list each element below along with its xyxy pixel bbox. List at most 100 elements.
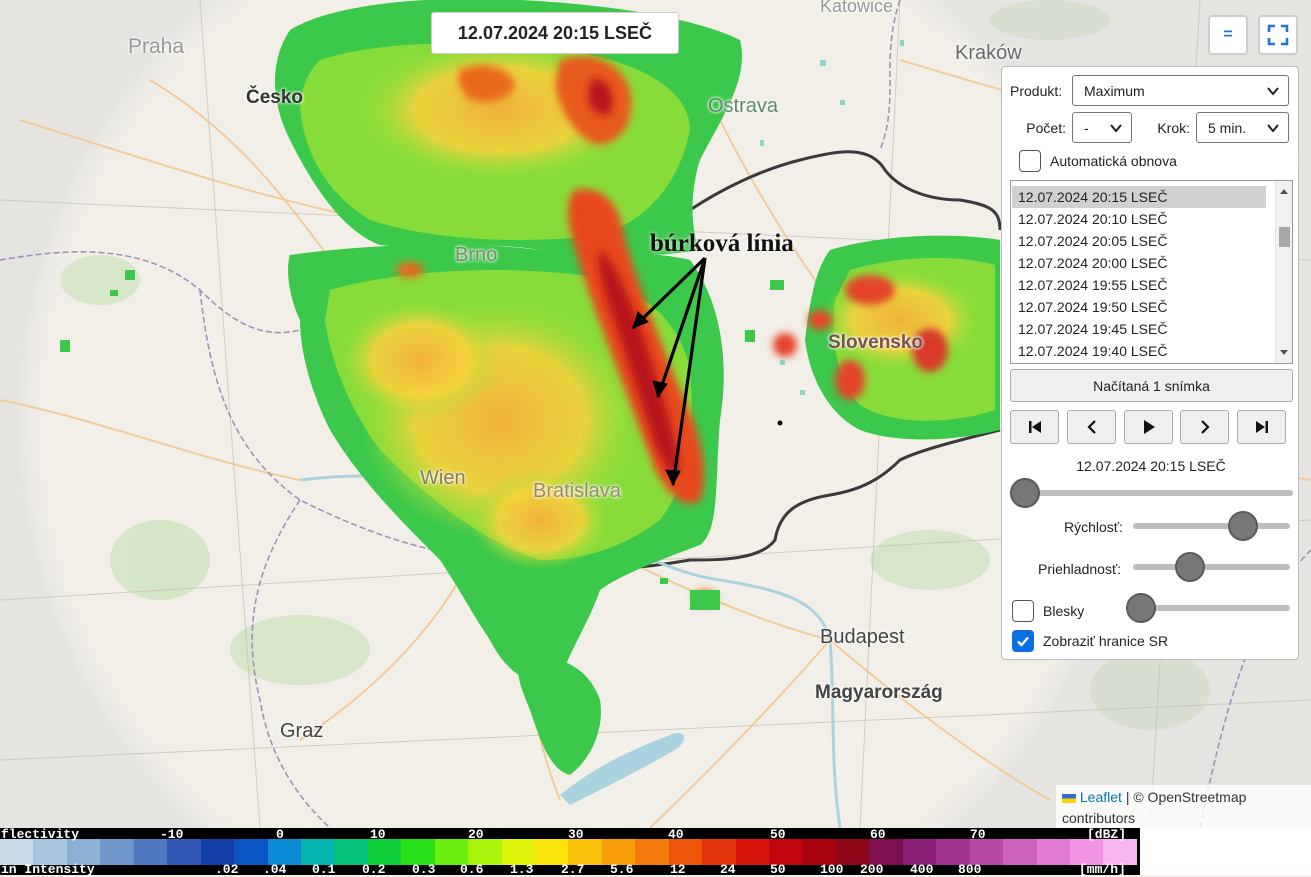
list-scrollbar[interactable]: [1275, 181, 1292, 363]
previous-frame-button[interactable]: [1067, 410, 1116, 444]
reflectivity-tick: 40: [668, 827, 684, 842]
first-frame-button[interactable]: [1010, 410, 1059, 444]
time-slider-track[interactable]: [1010, 490, 1293, 496]
chevron-left-icon: [1086, 420, 1096, 434]
speed-label: Rýchlosť:: [1064, 519, 1123, 535]
intensity-tick: 400: [910, 862, 934, 877]
intensity-tick: 2.7: [561, 862, 585, 877]
intensity-tick: 0.3: [412, 862, 436, 877]
legend-swatch: [1003, 839, 1037, 865]
borders-label: Zobraziť hranice SR: [1043, 633, 1169, 649]
legend-swatch: [1036, 839, 1070, 865]
product-value: Maximum: [1084, 82, 1145, 99]
product-label: Produkt:: [1010, 82, 1063, 99]
checkmark-icon: [1017, 636, 1029, 647]
scroll-down-icon[interactable]: [1280, 350, 1288, 355]
leaflet-link[interactable]: Leaflet: [1080, 789, 1122, 805]
count-select[interactable]: -: [1072, 112, 1132, 143]
place-ostrava: Ostrava: [708, 95, 779, 117]
list-item[interactable]: 12.07.2024 20:05 LSEČ: [1012, 230, 1266, 252]
radar-map[interactable]: Katowice Praha Kraków Česko Ostrava Brno…: [0, 0, 1311, 828]
lightning-slider-thumb[interactable]: [1125, 593, 1156, 623]
time-slider-thumb[interactable]: [1010, 478, 1040, 508]
legend-swatch: [133, 839, 168, 865]
menu-icon: =: [1223, 26, 1233, 43]
ukraine-flag-icon: [1062, 793, 1076, 803]
reflectivity-tick: -10: [160, 827, 184, 842]
step-select[interactable]: 5 min.: [1196, 112, 1289, 143]
reflectivity-tick: 0: [276, 827, 284, 842]
reflectivity-tick: 70: [970, 827, 986, 842]
lightning-checkbox[interactable]: [1012, 600, 1034, 622]
lightning-label: Blesky: [1043, 603, 1085, 619]
menu-toggle-button[interactable]: =: [1208, 15, 1248, 55]
intensity-tick: 0.2: [362, 862, 386, 877]
legend-swatch: [100, 839, 134, 865]
list-item[interactable]: 12.07.2024 20:00 LSEČ: [1012, 252, 1266, 274]
fullscreen-icon: [1267, 24, 1289, 46]
skip-start-icon: [1028, 421, 1041, 433]
loaded-frames-button[interactable]: Načítaná 1 snímka: [1010, 369, 1293, 402]
skip-end-icon: [1255, 421, 1268, 433]
storm-line-annotation: búrková línia: [650, 230, 794, 257]
intensity-label: in Intensity: [1, 862, 95, 877]
speed-slider-track[interactable]: [1133, 523, 1290, 529]
opacity-slider-thumb[interactable]: [1174, 552, 1205, 582]
intensity-tick: 12: [670, 862, 686, 877]
reflectivity-tick: 10: [370, 827, 386, 842]
place-graz: Graz: [280, 720, 324, 742]
list-item[interactable]: 12.07.2024 20:15 LSEČ: [1012, 186, 1266, 208]
place-cesko: Česko: [246, 87, 304, 108]
intensity-unit: [mm/h]: [1079, 862, 1126, 877]
place-bratislava: Bratislava: [533, 480, 621, 502]
chevron-down-icon: [1267, 86, 1279, 96]
list-item[interactable]: 12.07.2024 19:40 LSEČ: [1012, 340, 1266, 362]
place-slovensko: Slovensko: [828, 332, 924, 353]
reflectivity-tick: 30: [568, 827, 584, 842]
opacity-label: Priehladnosť:: [1038, 561, 1122, 577]
lightning-slider-track[interactable]: [1133, 605, 1290, 611]
list-item[interactable]: 12.07.2024 19:55 LSEČ: [1012, 274, 1266, 296]
auto-refresh-label: Automatická obnova: [1050, 153, 1177, 169]
product-select[interactable]: Maximum: [1072, 75, 1289, 106]
count-label: Počet:: [1026, 119, 1066, 136]
step-label: Krok:: [1157, 119, 1190, 136]
chevron-down-icon: [1267, 123, 1279, 133]
intensity-tick: 24: [720, 862, 736, 877]
reflectivity-tick: 50: [770, 827, 786, 842]
auto-refresh-checkbox[interactable]: [1019, 150, 1041, 172]
map-timestamp: 12.07.2024 20:15 LSEČ: [431, 12, 679, 54]
scroll-thumb[interactable]: [1279, 227, 1290, 247]
reflectivity-tick: 60: [870, 827, 886, 842]
place-magyarorszag: Magyarország: [815, 682, 943, 703]
reflectivity-label: flectivity: [1, 827, 80, 842]
legend-swatch: [635, 839, 669, 865]
last-frame-button[interactable]: [1237, 410, 1286, 444]
list-item[interactable]: 12.07.2024 20:10 LSEČ: [1012, 208, 1266, 230]
reflectivity-unit: [dBZ]: [1087, 827, 1127, 842]
opacity-slider-track[interactable]: [1133, 564, 1290, 570]
current-time: 12.07.2024 20:15 LSEČ: [1076, 458, 1226, 474]
list-item[interactable]: 12.07.2024 19:50 LSEČ: [1012, 296, 1266, 318]
place-wien: Wien: [420, 467, 466, 489]
next-frame-button[interactable]: [1180, 410, 1229, 444]
play-button[interactable]: [1124, 410, 1173, 444]
control-panel: Produkt: Maximum Počet: - Krok: 5 min. A…: [1001, 66, 1299, 660]
intensity-tick: 200: [860, 862, 884, 877]
intensity-tick: 0.6: [460, 862, 484, 877]
reflectivity-tick: 20: [468, 827, 484, 842]
scroll-up-icon[interactable]: [1280, 189, 1288, 194]
borders-checkbox[interactable]: [1012, 630, 1034, 652]
map-attribution: Leaflet | © OpenStreetmap contributors: [1056, 785, 1311, 828]
frame-list[interactable]: 12.07.2024 20:15 LSEČ 12.07.2024 20:10 L…: [1010, 180, 1293, 364]
intensity-tick: 50: [770, 862, 786, 877]
intensity-tick: 800: [958, 862, 982, 877]
place-budapest: Budapest: [820, 626, 905, 648]
place-katowice: Katowice: [820, 0, 894, 16]
intensity-tick: 100: [820, 862, 844, 877]
speed-slider-thumb[interactable]: [1227, 511, 1258, 541]
place-praha: Praha: [128, 35, 185, 58]
legend-swatch: [735, 839, 770, 865]
fullscreen-button[interactable]: [1258, 15, 1298, 55]
list-item[interactable]: 12.07.2024 19:45 LSEČ: [1012, 318, 1266, 340]
